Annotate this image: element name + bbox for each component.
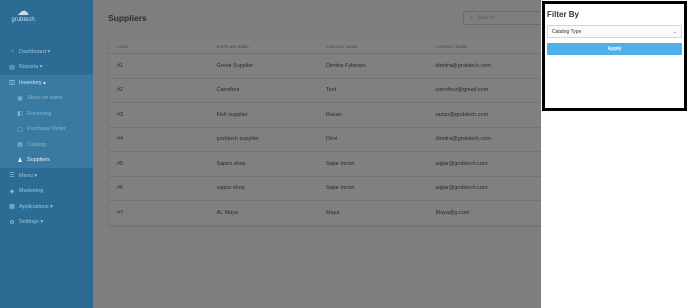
- table-header: CODE SUPPLIER NAME CONTACT NAME CONTACT …: [109, 39, 542, 54]
- apply-button[interactable]: Apply: [547, 43, 682, 55]
- cell-supplier-name: sajars shop: [216, 185, 245, 192]
- cell-code: #7: [117, 209, 124, 216]
- cell-contact-name: Sajar Imran: [326, 185, 355, 192]
- marketing-icon: ◈: [9, 188, 15, 195]
- sidebar-item-label: Receiving: [27, 110, 52, 117]
- cell-contact-email: dimitra@grubtech.com: [435, 62, 491, 69]
- sidebar-item-menu[interactable]: ☰ Menu ▾: [0, 168, 93, 184]
- cell-contact-name: Razan: [326, 111, 342, 118]
- cell-contact-name: Dimitra Fylantzo: [326, 62, 366, 69]
- sidebar-item-dashboard[interactable]: ◔ Dashboard ▾: [0, 44, 93, 60]
- sidebar-item-label: Inventory ▴: [19, 79, 46, 86]
- table-row[interactable]: #2 Carrefour Test carrefour@gmail.com: [109, 79, 542, 103]
- sidebar-item-stock-on-hand[interactable]: ▣ Stock on hand: [0, 91, 93, 107]
- sidebar-item-label: Settings ▾: [19, 219, 44, 226]
- purchase-order-icon: ▢: [17, 126, 23, 133]
- search-placeholder: Search: [477, 15, 495, 21]
- table-row[interactable]: #4 grubtech supplier Dimi dimitra@grubte…: [109, 128, 542, 152]
- settings-icon: ⚙: [9, 219, 15, 226]
- column-header-contact-email[interactable]: CONTACT EMAIL: [436, 44, 543, 49]
- sidebar-item-marketing[interactable]: ◈ Marketing: [0, 184, 93, 200]
- brand-logo[interactable]: ☁ grubtech: [8, 5, 38, 29]
- sidebar-item-purchase-order[interactable]: ▢ Purchase Order: [0, 122, 93, 138]
- cell-contact-name: Test: [326, 87, 337, 94]
- cell-supplier-name: Sajars shop: [216, 160, 246, 167]
- applications-icon: ▦: [9, 204, 15, 211]
- sidebar-item-label: Marketing: [19, 188, 44, 195]
- cell-contact-email: carrefour@gmail.com: [435, 87, 489, 94]
- inventory-submenu: ▣ Stock on hand ◧ Receiving ▢ Purchase O…: [0, 90, 93, 169]
- cell-supplier-name: AL Maya: [216, 209, 239, 216]
- column-header-code[interactable]: CODE: [109, 44, 217, 49]
- cell-contact-name: Sajar Imran: [326, 160, 355, 167]
- brand-name: grubtech: [11, 17, 35, 23]
- cell-contact-email: Maya@g.com: [435, 209, 470, 216]
- sidebar-item-label: Suppliers: [27, 157, 50, 164]
- filter-title: Filter By: [547, 10, 580, 19]
- sidebar-item-label: Reports ▾: [19, 64, 43, 71]
- cell-supplier-name: Fish supplier: [216, 111, 248, 118]
- table-row[interactable]: #3 Fish supplier Razan razan@grubtech.co…: [109, 103, 542, 128]
- sidebar-item-inventory[interactable]: ◫ Inventory ▴: [0, 75, 93, 91]
- catalog-icon: ▦: [17, 142, 23, 149]
- cell-contact-email: dimitra@grubtech.com: [435, 136, 491, 143]
- search-input[interactable]: ⌕ Search: [463, 11, 543, 25]
- sidebar-item-applications[interactable]: ▦ Applications ▾: [0, 199, 93, 215]
- chevron-down-icon: ⌄: [672, 28, 677, 35]
- sidebar-item-receiving[interactable]: ◧ Receiving: [0, 106, 93, 122]
- suppliers-table: CODE SUPPLIER NAME CONTACT NAME CONTACT …: [108, 38, 543, 227]
- sidebar-item-label: Applications ▾: [19, 203, 53, 210]
- table-row[interactable]: #5 Sajars shop Sajar Imran sajjar@grubte…: [109, 152, 542, 177]
- cell-code: #4: [117, 136, 124, 143]
- select-value: Catalog Type: [552, 28, 582, 35]
- table-row[interactable]: #7 AL Maya Maya Maya@g.com: [109, 201, 542, 226]
- sidebar: ☁ grubtech ◔ Dashboard ▾ ▤ Reports ▾ ◫ I…: [0, 0, 93, 308]
- sidebar-nav: ◔ Dashboard ▾ ▤ Reports ▾ ◫ Inventory ▴ …: [0, 44, 93, 230]
- chef-hat-icon: ☁: [17, 4, 29, 18]
- column-header-contact-name[interactable]: CONTACT NAME: [326, 44, 435, 49]
- cell-contact-email: razan@grubtech.com: [435, 111, 489, 118]
- cell-supplier-name: grubtech supplier: [216, 136, 259, 143]
- sidebar-item-label: Dashboard ▾: [19, 48, 51, 55]
- stock-icon: ▣: [17, 95, 23, 102]
- sidebar-item-label: Stock on hand: [27, 95, 63, 102]
- cell-contact-email: sajjar@grubtech.com: [435, 185, 488, 192]
- reports-icon: ▤: [9, 64, 15, 71]
- cell-contact-name: Maya: [326, 209, 340, 216]
- cell-contact-name: Dimi: [326, 136, 338, 143]
- receiving-icon: ◧: [17, 111, 23, 118]
- search-icon: ⌕: [470, 14, 474, 21]
- sidebar-item-reports[interactable]: ▤ Reports ▾: [0, 60, 93, 76]
- user-icon: ♟: [17, 157, 23, 164]
- cell-code: #5: [117, 160, 124, 167]
- sidebar-item-label: Purchase Order: [27, 126, 66, 133]
- cell-code: #2: [117, 87, 124, 94]
- sidebar-item-label: Menu ▾: [19, 172, 38, 179]
- dashboard-icon: ◔: [10, 48, 14, 55]
- cell-code: #1: [117, 62, 124, 69]
- column-header-supplier-name[interactable]: SUPPLIER NAME: [217, 44, 326, 49]
- cell-supplier-name: Greek Supplier: [216, 62, 254, 69]
- sidebar-item-catalog[interactable]: ▦ Catalog: [0, 137, 93, 153]
- sidebar-item-suppliers[interactable]: ♟ Suppliers: [0, 153, 93, 169]
- sidebar-item-settings[interactable]: ⚙ Settings ▾: [0, 215, 93, 231]
- cell-supplier-name: Carrefour: [216, 87, 240, 94]
- cell-code: #6: [117, 185, 124, 192]
- sidebar-item-label: Catalog: [27, 141, 46, 148]
- table-row[interactable]: #6 sajars shop Sajar Imran sajjar@grubte…: [109, 177, 542, 201]
- catalog-type-select[interactable]: Catalog Type ⌄: [547, 25, 682, 38]
- table-row[interactable]: #1 Greek Supplier Dimitra Fylantzo dimit…: [109, 54, 542, 79]
- inventory-icon: ◫: [9, 80, 15, 87]
- menu-icon: ☰: [9, 173, 15, 180]
- page-title: Suppliers: [108, 13, 147, 23]
- cell-code: #3: [117, 111, 124, 118]
- cell-contact-email: sajjar@grubtech.com: [435, 160, 488, 167]
